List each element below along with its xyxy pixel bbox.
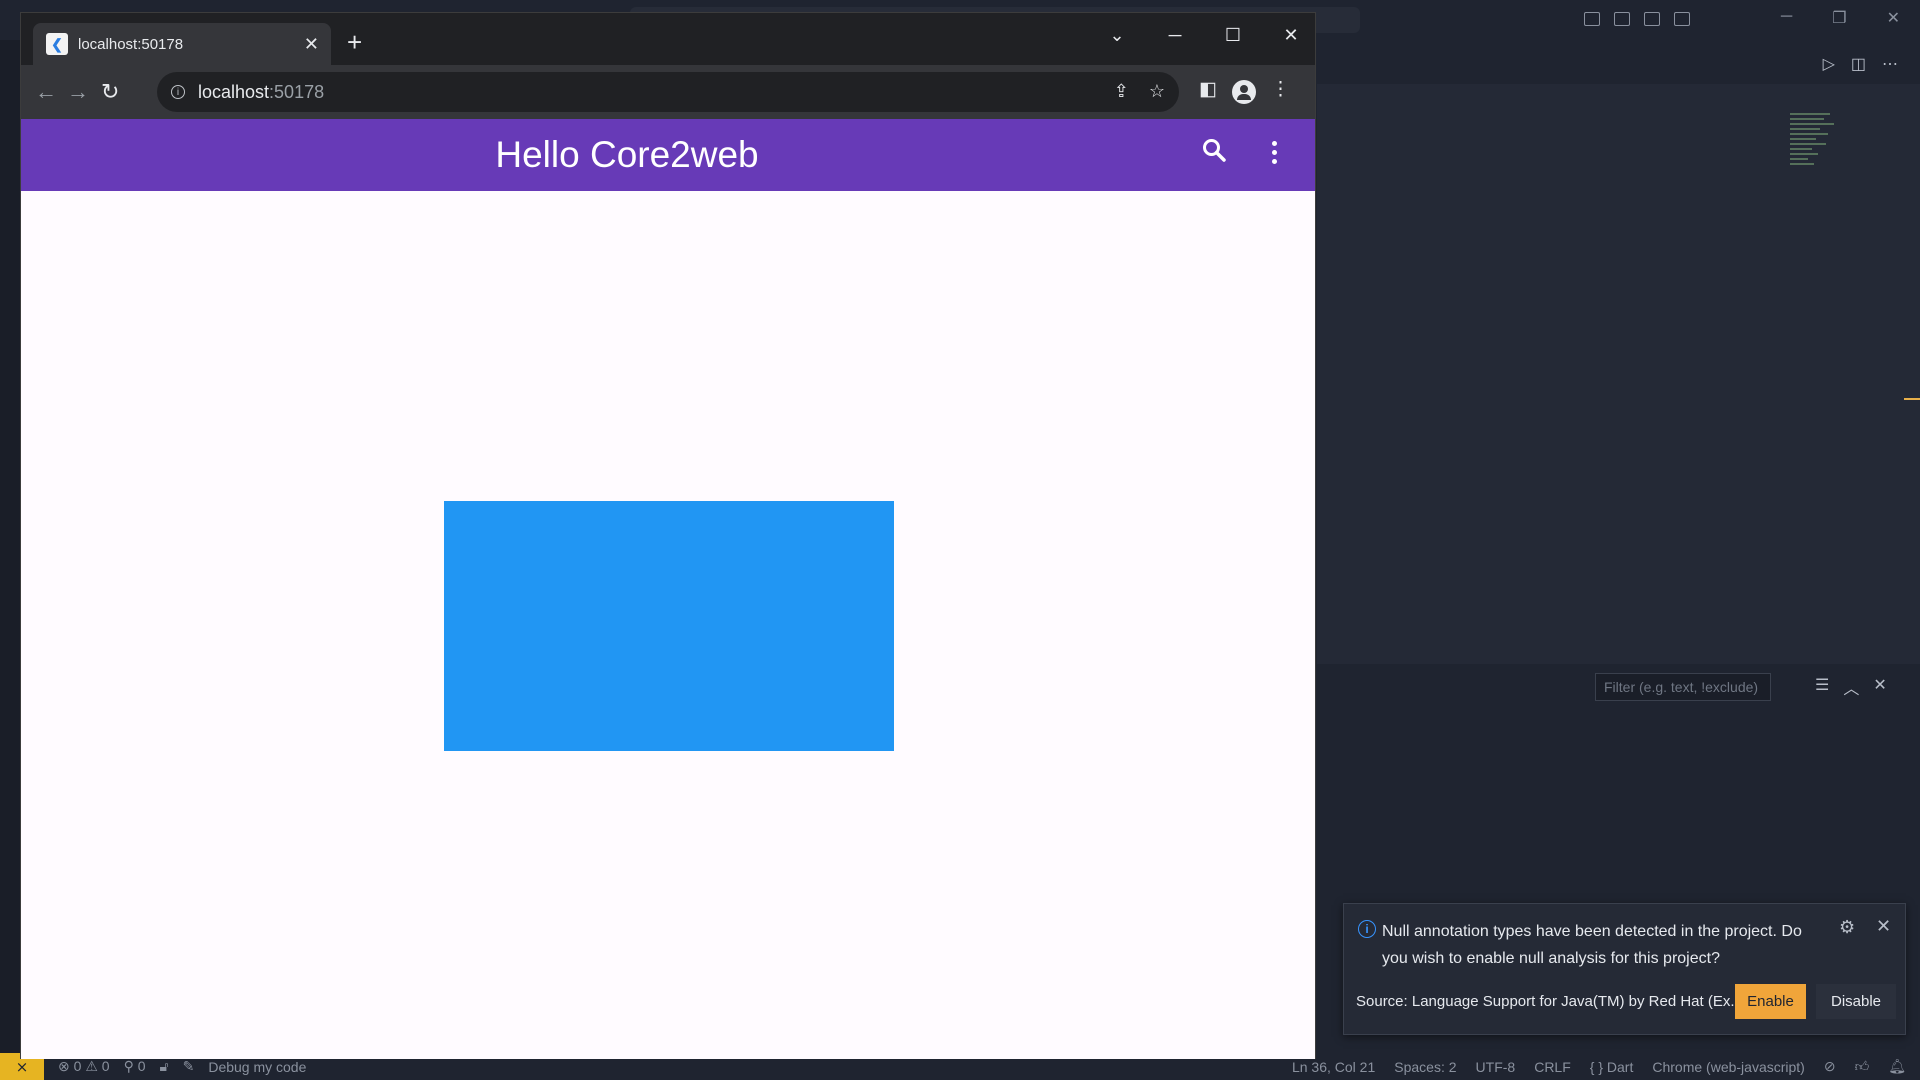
share-icon[interactable]: ⇪ bbox=[1114, 81, 1129, 102]
scrollbar-marker bbox=[1904, 398, 1920, 400]
notification-message: Null annotation types have been detected… bbox=[1382, 923, 1802, 967]
warning-icon: ⚠ bbox=[85, 1058, 98, 1074]
panel-filter-input[interactable]: Filter (e.g. text, !exclude) bbox=[1595, 673, 1771, 701]
ports-count: 0 bbox=[137, 1058, 146, 1074]
device-selector[interactable]: Chrome (web-javascript) bbox=[1652, 1059, 1804, 1075]
customize-layout-icon[interactable] bbox=[1674, 12, 1690, 26]
browser-toolbar: ← → ↻ i localhost:50178 ⇪ ☆ ◧ ⋮ bbox=[21, 65, 1315, 119]
more-actions-icon[interactable]: ⋯ bbox=[1882, 54, 1898, 74]
close-icon[interactable]: ✕ bbox=[1887, 8, 1900, 28]
enable-button[interactable]: Enable bbox=[1735, 984, 1806, 1019]
debug-my-code-status[interactable]: Debug my code bbox=[208, 1059, 306, 1075]
split-editor-icon[interactable]: ◫ bbox=[1851, 54, 1866, 74]
braces-icon: { } bbox=[1589, 1058, 1604, 1075]
app-body bbox=[21, 191, 1315, 1059]
maximize-panel-icon[interactable]: ︿ bbox=[1843, 675, 1859, 699]
blue-container bbox=[444, 501, 894, 751]
toggle-panel-icon[interactable] bbox=[1614, 12, 1630, 26]
more-vert-icon[interactable] bbox=[1272, 141, 1277, 164]
unlock-icon[interactable]: 🔓︎ bbox=[160, 1058, 169, 1075]
chrome-window: ❮ localhost:50178 ✕ + ⌄ ─ ☐ ✕ ← → ↻ i lo… bbox=[20, 12, 1316, 1059]
browser-tab[interactable]: ❮ localhost:50178 ✕ bbox=[33, 23, 331, 65]
new-tab-icon[interactable]: + bbox=[347, 27, 362, 58]
hide-icon[interactable]: ⊘ bbox=[1824, 1058, 1836, 1075]
gear-icon[interactable]: ⚙ bbox=[1839, 917, 1855, 938]
site-info-icon[interactable]: i bbox=[171, 85, 185, 99]
vscode-window-controls: ─ ❐ ✕ bbox=[1781, 8, 1900, 28]
line-ending[interactable]: CRLF bbox=[1534, 1059, 1571, 1075]
chrome-window-controls: ⌄ ─ ☐ ✕ bbox=[1105, 25, 1303, 46]
warning-count: 0 bbox=[101, 1058, 110, 1074]
chrome-menu-icon[interactable]: ⋮ bbox=[1271, 78, 1290, 101]
close-icon[interactable]: ✕ bbox=[1279, 25, 1303, 46]
minimize-icon[interactable]: ─ bbox=[1163, 25, 1187, 46]
status-right: Ln 36, Col 21 Spaces: 2 UTF-8 CRLF { } D… bbox=[1292, 1053, 1906, 1080]
encoding[interactable]: UTF-8 bbox=[1476, 1059, 1516, 1075]
address-bar[interactable]: i localhost:50178 ⇪ ☆ bbox=[157, 72, 1179, 112]
info-icon: i bbox=[1358, 920, 1376, 938]
editor-actions: ▷ ◫ ⋯ bbox=[1823, 54, 1898, 74]
panel-tools: ☰ ︿ ✕ bbox=[1815, 675, 1887, 699]
language-label: Dart bbox=[1606, 1058, 1634, 1075]
error-count: 0 bbox=[73, 1058, 82, 1074]
maximize-icon[interactable]: ☐ bbox=[1221, 25, 1245, 46]
language-mode[interactable]: { } Dart bbox=[1590, 1059, 1634, 1075]
url-host: localhost bbox=[198, 81, 270, 102]
problems-status[interactable]: ⊗ 0 ⚠ 0 bbox=[58, 1058, 110, 1075]
url-port: :50178 bbox=[269, 81, 325, 102]
bookmark-star-icon[interactable]: ☆ bbox=[1149, 81, 1165, 102]
restore-icon[interactable]: ❐ bbox=[1832, 8, 1846, 28]
ports-status[interactable]: ⚲ 0 bbox=[124, 1058, 146, 1075]
search-icon[interactable] bbox=[1201, 137, 1227, 168]
side-panel-icon[interactable]: ◧ bbox=[1199, 78, 1217, 101]
profile-avatar-icon[interactable] bbox=[1232, 80, 1256, 104]
layout-controls bbox=[1584, 12, 1690, 26]
tab-close-icon[interactable]: ✕ bbox=[304, 34, 319, 55]
app-bar: Hello Core2web bbox=[21, 119, 1315, 191]
run-icon[interactable]: ▷ bbox=[1823, 54, 1835, 74]
close-panel-icon[interactable]: ✕ bbox=[1873, 675, 1886, 699]
minimap[interactable] bbox=[1790, 113, 1840, 203]
toggle-sidebar-icon[interactable] bbox=[1584, 12, 1600, 26]
omnibox-actions: ⇪ ☆ bbox=[1114, 81, 1165, 102]
null-analysis-notification: i Null annotation types have been detect… bbox=[1343, 903, 1906, 1035]
activity-bar bbox=[0, 40, 20, 1060]
indentation[interactable]: Spaces: 2 bbox=[1394, 1059, 1456, 1075]
tab-title: localhost:50178 bbox=[78, 35, 184, 53]
notification-source: Source: Language Support for Java(TM) by… bbox=[1356, 993, 1743, 1010]
close-icon[interactable]: ✕ bbox=[1876, 916, 1891, 937]
forward-icon[interactable]: → bbox=[67, 79, 89, 105]
feedback-icon[interactable]: 👍︎ bbox=[1855, 1058, 1870, 1075]
debug-icon: ✎ bbox=[182, 1058, 195, 1074]
app-title: Hello Core2web bbox=[495, 134, 759, 175]
ports-icon: ⚲ bbox=[123, 1058, 134, 1074]
reload-icon[interactable]: ↻ bbox=[101, 79, 119, 105]
notifications-bell-icon[interactable]: 🔔︎ bbox=[1888, 1058, 1906, 1075]
minimize-icon[interactable]: ─ bbox=[1781, 8, 1792, 28]
tab-search-icon[interactable]: ⌄ bbox=[1105, 25, 1129, 46]
flutter-favicon-icon: ❮ bbox=[46, 33, 68, 55]
back-icon[interactable]: ← bbox=[35, 79, 57, 105]
error-icon: ⊗ bbox=[58, 1058, 70, 1074]
word-wrap-icon[interactable]: ☰ bbox=[1815, 675, 1829, 699]
disable-button[interactable]: Disable bbox=[1816, 984, 1896, 1019]
toggle-secondary-sidebar-icon[interactable] bbox=[1644, 12, 1660, 26]
cursor-position[interactable]: Ln 36, Col 21 bbox=[1292, 1059, 1375, 1075]
